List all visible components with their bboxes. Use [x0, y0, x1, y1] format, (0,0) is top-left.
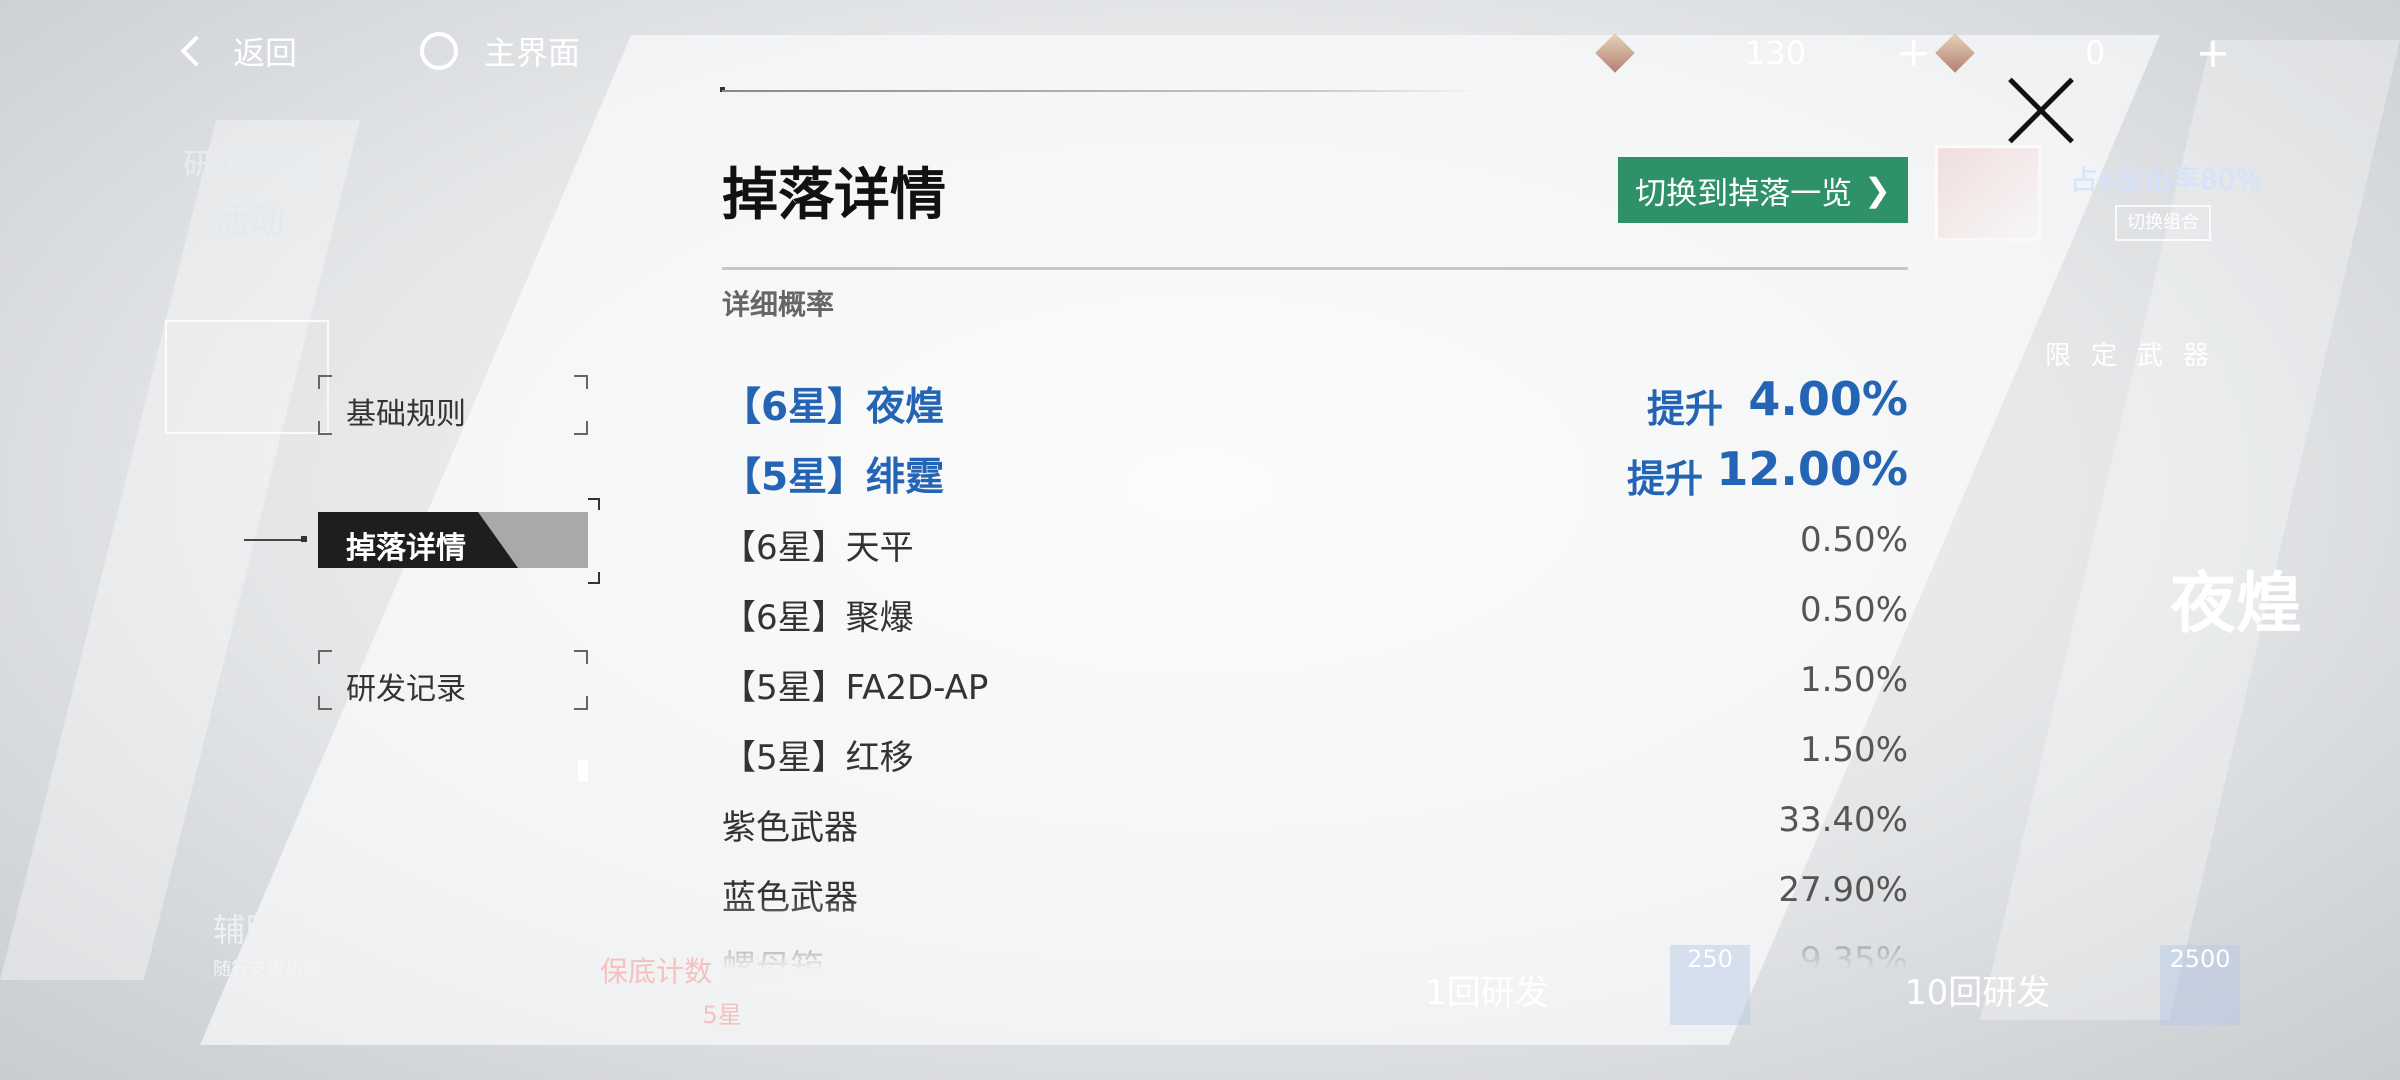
drop-rate: 9.35% — [1799, 940, 1908, 970]
drop-name: 【5星】FA2D-AP — [722, 668, 989, 708]
menu-dev-records[interactable]: 研发记录 — [318, 650, 588, 710]
drop-rate: 0.50% — [1799, 590, 1908, 630]
rate-up-label: 提升 — [1646, 387, 1723, 431]
drop-rate: 1.50% — [1799, 730, 1908, 770]
drop-name: 【6星】夜煌 — [722, 385, 945, 430]
ten-pull-guarantee: 10回必出5星或以上武器 — [600, 995, 862, 1030]
dev-type-label: 研发类型 — [183, 148, 327, 183]
single-pull-label: 1回研发 — [1425, 973, 1549, 1013]
menu-drop-details[interactable]: 掉落详情 — [318, 512, 588, 568]
home-button[interactable]: 主界面 — [420, 28, 580, 74]
drop-rate: 0.50% — [1799, 520, 1908, 560]
bracket-corner — [574, 650, 588, 664]
drop-row: 紫色武器 33.40% — [722, 790, 1908, 860]
ten-pull-label: 10回研发 — [1905, 973, 2051, 1013]
featured-weapon-name: 夜煌 — [2170, 565, 2302, 642]
crystal-count: 0 — [2085, 33, 2106, 72]
crystal-icon — [1935, 32, 1975, 73]
drop-row: 【6星】天平 0.50% — [722, 510, 1908, 580]
drop-row: 螺母箱 9.35% — [722, 930, 1908, 970]
drop-rate-list[interactable]: 【6星】夜煌 提升 4.00% 【5星】绯霆 提升 12.00% 【6星】天平 … — [722, 370, 1908, 970]
drop-row: 【5星】绯霆 提升 12.00% — [722, 440, 1908, 510]
drop-name: 【6星】聚爆 — [722, 598, 914, 638]
menu-drop-details-label: 掉落详情 — [346, 531, 466, 566]
resource-ticket: 130 + — [1595, 28, 1931, 77]
chevron-right-icon: ❯ — [1864, 171, 1891, 209]
limited-weapon-tag: 限定武器 — [2045, 341, 2230, 371]
bracket-corner — [574, 421, 588, 435]
bracket-corner — [588, 572, 600, 584]
drop-name: 【5星】绯霆 — [722, 455, 945, 500]
pool-selector-frame — [165, 320, 329, 434]
active-indicator-line — [244, 539, 304, 541]
switch-to-drop-list-button[interactable]: 切换到掉落一览 ❯ — [1618, 157, 1908, 223]
menu-basic-rules-label: 基础规则 — [346, 397, 466, 432]
menu-scroll-edge — [578, 760, 588, 782]
chevron-left-icon — [180, 35, 212, 67]
drop-rate: 4.00% — [1748, 372, 1908, 426]
add-crystal-button[interactable]: + — [2195, 28, 2230, 77]
drop-row: 【6星】夜煌 提升 4.00% — [722, 370, 1908, 440]
ten-pull-cost: 2500 — [2160, 945, 2240, 1025]
page-title: 掉落详情 — [722, 163, 946, 228]
section-label: 详细概率 — [722, 288, 835, 321]
menu-dev-records-label: 研发记录 — [346, 672, 466, 707]
back-label: 返回 — [233, 34, 298, 72]
guarantee-suffix: 或以上武器 — [741, 1001, 862, 1029]
drop-row: 【6星】聚爆 0.50% — [722, 580, 1908, 650]
rate-up-info: 占6星出率80% — [2070, 163, 2263, 196]
close-icon[interactable] — [2005, 75, 2077, 147]
back-button[interactable]: 返回 — [180, 28, 298, 74]
drop-row: 蓝色武器 27.90% — [722, 860, 1908, 930]
weapon-thumbnail — [1935, 145, 2041, 241]
active-indicator-dot — [301, 536, 307, 542]
drop-rate: 1.50% — [1799, 660, 1908, 700]
ticket-count: 130 — [1745, 33, 1807, 72]
title-divider — [722, 267, 1908, 270]
drop-row: 【5星】红移 1.50% — [722, 720, 1908, 790]
guarantee-star: 5星 — [702, 1001, 742, 1029]
panel-top-line — [722, 90, 1479, 92]
bracket-corner — [588, 498, 600, 510]
rate-up-label: 提升 — [1626, 457, 1703, 501]
drop-rate: 33.40% — [1778, 800, 1908, 840]
drop-name: 紫色武器 — [722, 808, 858, 848]
assist-subtitle: 随行支援机设 — [213, 959, 321, 980]
pity-label: 保底计数 — [600, 955, 713, 988]
drop-name: 【5星】红移 — [722, 738, 914, 778]
home-icon — [420, 32, 458, 70]
add-ticket-button[interactable]: + — [1896, 28, 1931, 77]
resource-crystal: 0 + — [1935, 28, 2231, 77]
event-tab: 活动 — [213, 201, 286, 242]
bracket-corner — [318, 696, 332, 710]
drop-row: 【5星】FA2D-AP 1.50% — [722, 650, 1908, 720]
bracket-corner — [318, 375, 332, 389]
drop-name: 螺母箱 — [722, 948, 824, 970]
drop-rate: 12.00% — [1716, 442, 1908, 496]
switch-button-label: 切换到掉落一览 — [1635, 175, 1853, 212]
menu-basic-rules[interactable]: 基础规则 — [318, 375, 588, 435]
drop-name: 蓝色武器 — [722, 878, 858, 918]
home-label: 主界面 — [484, 34, 581, 72]
drop-name: 【6星】天平 — [722, 528, 914, 568]
ticket-icon — [1595, 32, 1635, 73]
guarantee-prefix: 10回必出 — [600, 1001, 703, 1029]
drop-rate: 27.90% — [1778, 870, 1908, 910]
bracket-corner — [318, 650, 332, 664]
bracket-corner — [574, 696, 588, 710]
bracket-corner — [318, 421, 332, 435]
bracket-corner — [574, 375, 588, 389]
assist-tab: 辅助机 — [213, 911, 310, 949]
switch-combo-button: 切换组合 — [2115, 205, 2211, 241]
